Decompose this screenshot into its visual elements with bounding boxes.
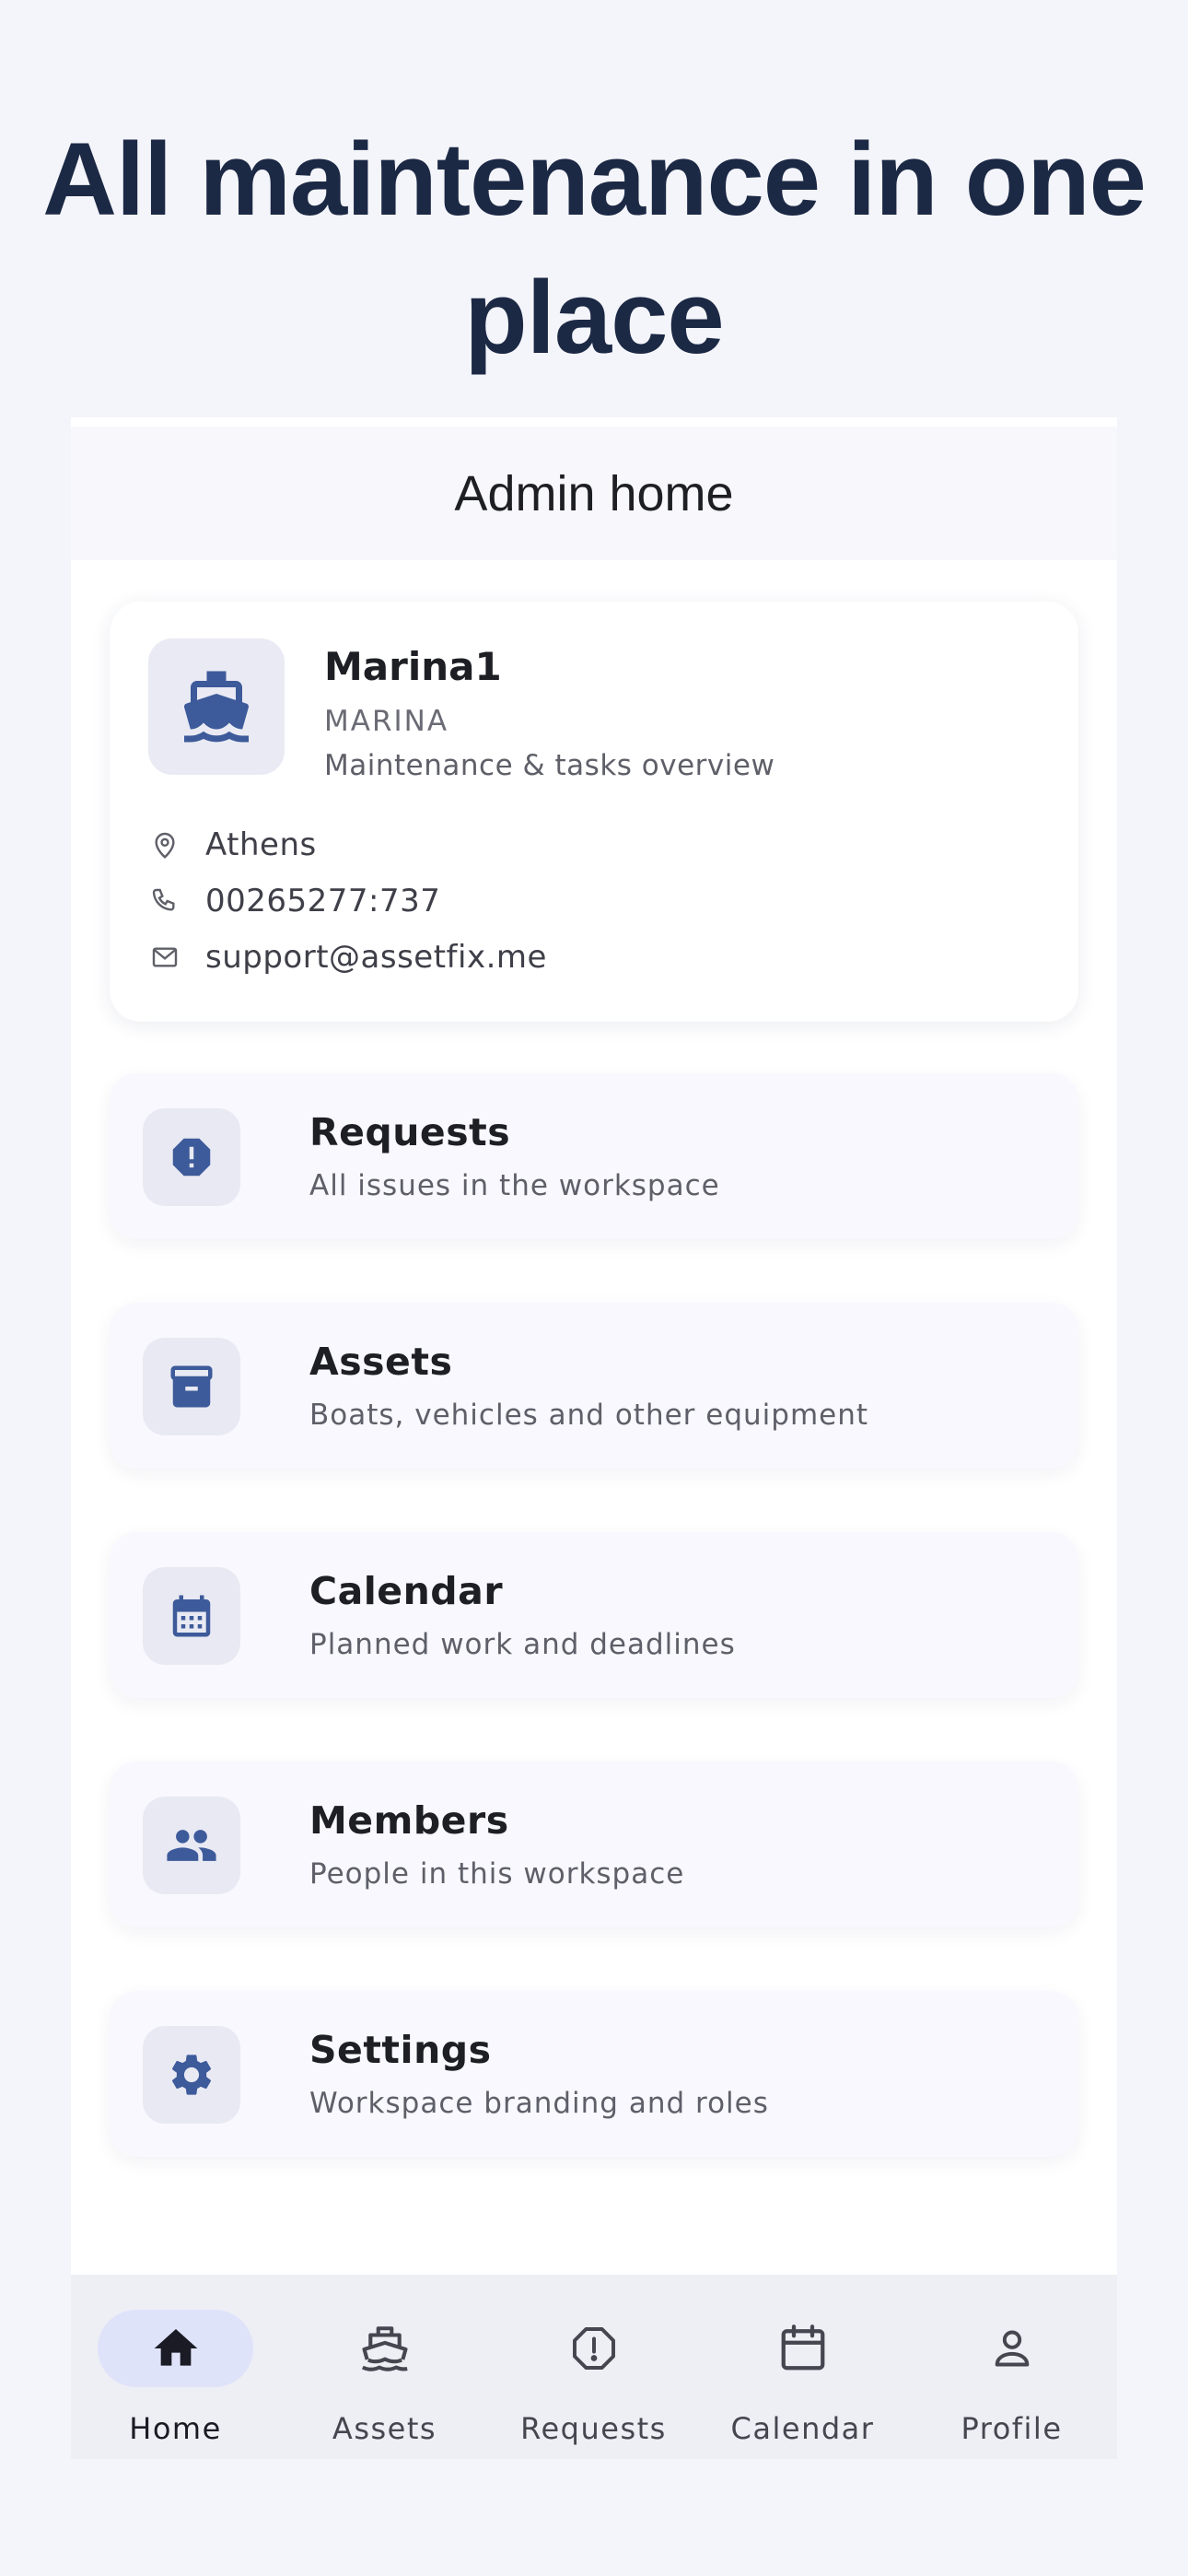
menu-item-calendar[interactable]: Calendar Planned work and deadlines: [110, 1532, 1078, 1698]
app-screen: Admin home Marina1 MARINA Maintenance & …: [71, 417, 1117, 2459]
menu-item-settings[interactable]: Settings Workspace branding and roles: [110, 1991, 1078, 2157]
nav-label: Profile: [961, 2411, 1063, 2446]
workspace-name: Marina1: [324, 644, 502, 689]
nav-label: Requests: [520, 2411, 667, 2446]
ship-icon: [148, 638, 285, 775]
nav-label: Calendar: [730, 2411, 875, 2446]
menu-item-requests[interactable]: Requests All issues in the workspace: [110, 1073, 1078, 1239]
archive-box-icon: [143, 1338, 240, 1435]
nav-item-profile[interactable]: Profile: [907, 2275, 1116, 2459]
page-title: Admin home: [454, 465, 734, 521]
menu-item-title: Calendar: [309, 1569, 504, 1613]
workspace-type: MARINA: [324, 705, 449, 738]
nav-item-requests[interactable]: Requests: [489, 2275, 698, 2459]
workspace-email: support@assetfix.me: [205, 939, 547, 976]
menu-item-title: Members: [309, 1798, 509, 1843]
hero-title: All maintenance in one place: [42, 122, 1147, 375]
mail-icon: [148, 941, 181, 974]
menu-item-subtitle: People in this workspace: [309, 1857, 685, 1891]
alert-octagon-icon: [516, 2310, 671, 2387]
app-bar: Admin home: [71, 427, 1117, 560]
menu-item-title: Requests: [309, 1110, 511, 1154]
menu-item-title: Assets: [309, 1340, 453, 1384]
calendar-icon: [143, 1567, 240, 1665]
workspace-phone: 00265277:737: [205, 883, 441, 919]
nav-label: Home: [129, 2411, 222, 2446]
home-icon: [98, 2310, 253, 2387]
menu-item-subtitle: Planned work and deadlines: [309, 1628, 736, 1661]
workspace-description: Maintenance & tasks overview: [324, 749, 775, 782]
phone-icon: [148, 884, 181, 918]
alert-octagon-icon: [143, 1108, 240, 1206]
location-pin-icon: [148, 828, 181, 861]
menu-item-subtitle: Boats, vehicles and other equipment: [309, 1399, 869, 1432]
nav-item-calendar[interactable]: Calendar: [698, 2275, 907, 2459]
bottom-navigation: Home Assets Requests Calendar Profile: [71, 2275, 1117, 2459]
menu-item-members[interactable]: Members People in this workspace: [110, 1762, 1078, 1927]
location-row: Athens: [148, 826, 317, 863]
menu-item-assets[interactable]: Assets Boats, vehicles and other equipme…: [110, 1303, 1078, 1469]
menu-item-subtitle: All issues in the workspace: [309, 1169, 720, 1202]
phone-row[interactable]: 00265277:737: [148, 883, 440, 919]
calendar-icon: [725, 2310, 880, 2387]
ship-icon: [307, 2310, 462, 2387]
gear-icon: [143, 2026, 240, 2124]
person-icon: [934, 2310, 1089, 2387]
nav-item-assets[interactable]: Assets: [280, 2275, 489, 2459]
nav-item-home[interactable]: Home: [71, 2275, 280, 2459]
workspace-location: Athens: [205, 826, 317, 863]
workspace-card[interactable]: Marina1 MARINA Maintenance & tasks overv…: [110, 602, 1078, 1022]
menu-item-subtitle: Workspace branding and roles: [309, 2087, 769, 2120]
people-icon: [143, 1797, 240, 1894]
nav-label: Assets: [332, 2411, 437, 2446]
menu-item-title: Settings: [309, 2028, 492, 2072]
email-row[interactable]: support@assetfix.me: [148, 939, 547, 976]
